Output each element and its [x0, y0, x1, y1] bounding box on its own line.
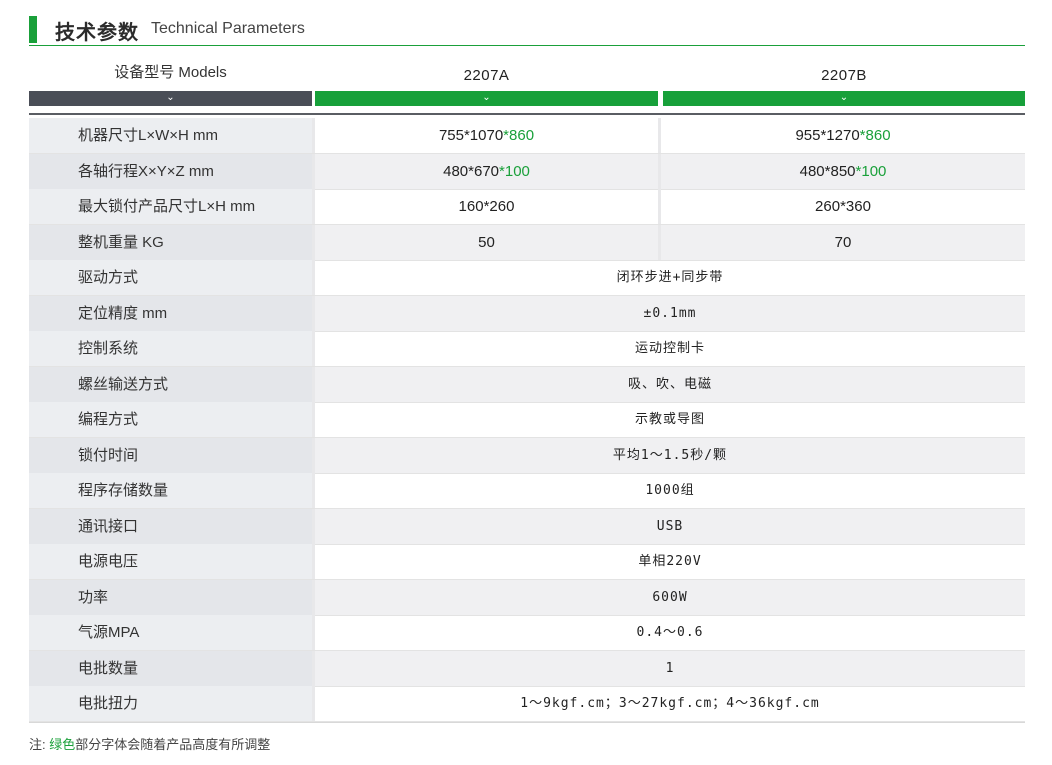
footnote-prefix: 注:: [29, 737, 50, 752]
row-label: 编程方式: [29, 402, 312, 437]
value-merged: 单相220V: [638, 554, 702, 569]
value-merged: USB: [656, 518, 684, 534]
footnote-text: 部分字体会随着产品高度有所调整: [75, 737, 271, 752]
value-main: 480*670: [443, 162, 500, 180]
value-2207b: 955*1270*860: [661, 118, 1025, 153]
row-label: 锁付时间: [29, 437, 312, 473]
table-row: 功率 600W: [29, 579, 1025, 616]
value-main: 70: [834, 233, 852, 251]
table-row: 气源MPA 0.4～0.6: [29, 615, 1025, 651]
value-merged: 平均1～1.5秒/颗: [612, 447, 728, 463]
value-merged: 1～9kgf.cm；3～27kgf.cm；4～36kgf.cm: [520, 696, 820, 711]
chevron-down-icon: ⌄: [482, 92, 491, 103]
row-label: 螺丝输送方式: [29, 366, 312, 402]
table-row: 整机重量 KG 50 70: [29, 224, 1025, 261]
value-green: *860: [503, 127, 535, 144]
table-row: 电源电压 单相220V: [29, 544, 1025, 580]
row-label: 驱动方式: [29, 260, 312, 295]
table-row: 电批数量 1: [29, 650, 1025, 687]
value-merged: 示教或导图: [634, 412, 705, 427]
chevron-down-icon: ⌄: [839, 92, 849, 103]
model-2207b-header: 2207B: [821, 67, 867, 84]
table-row: 编程方式 示教或导图: [29, 402, 1025, 438]
row-label: 最大锁付产品尺寸L×H mm: [29, 189, 312, 224]
row-label: 定位精度 mm: [29, 295, 312, 331]
row-label: 通讯接口: [29, 508, 312, 544]
title-english: Technical Parameters: [151, 20, 305, 37]
header-divider: [29, 113, 1025, 115]
row-label: 功率: [29, 579, 312, 615]
table-row: 机器尺寸L×W×H mm 755*1070*860 955*1270*860: [29, 118, 1025, 154]
value-merged: 0.4～0.6: [636, 625, 704, 640]
value-2207a: 755*1070*860: [315, 118, 658, 153]
table-row: 各轴行程X×Y×Z mm 480*670*100 480*850*100: [29, 153, 1025, 190]
value-2207a: 50: [315, 225, 658, 260]
row-label: 电批数量: [29, 650, 312, 686]
chevron-down-icon: ⌄: [166, 92, 175, 103]
title-chinese: 技术参数: [55, 22, 139, 44]
row-label: 电源电压: [29, 544, 312, 579]
value-main: 260*360: [815, 198, 871, 215]
row-label: 电批扭力: [29, 686, 312, 721]
table-row: 电批扭力 1～9kgf.cm；3～27kgf.cm；4～36kgf.cm: [29, 686, 1025, 722]
value-main: 160*260: [458, 198, 515, 215]
row-label: 机器尺寸L×W×H mm: [29, 118, 312, 153]
value-merged: 1000组: [645, 483, 695, 498]
row-label: 气源MPA: [29, 615, 312, 650]
value-green: *100: [499, 162, 530, 180]
table-row: 驱动方式 闭环步进+同步带: [29, 260, 1025, 296]
table-row: 螺丝输送方式 吸、吹、电磁: [29, 366, 1025, 403]
table-row: 通讯接口 USB: [29, 508, 1025, 545]
models-header-bar: ⌄: [29, 91, 312, 106]
row-label: 整机重量 KG: [29, 224, 312, 260]
value-2207b: 480*850*100: [661, 154, 1025, 189]
table-row: 控制系统 运动控制卡: [29, 331, 1025, 367]
value-merged: 运动控制卡: [634, 341, 705, 356]
footnote-green-word: 绿色: [49, 737, 76, 752]
model-2207a-header: 2207A: [463, 67, 510, 84]
value-merged: 闭环步进+同步带: [616, 270, 724, 285]
value-main: 480*850: [799, 162, 856, 180]
row-label: 控制系统: [29, 331, 312, 366]
value-green: *100: [855, 162, 887, 180]
value-main: 755*1070: [438, 127, 504, 144]
value-2207b: 70: [661, 225, 1025, 260]
value-merged: 吸、吹、电磁: [627, 376, 712, 392]
footnote: 注: 绿色部分字体会随着产品高度有所调整: [29, 734, 270, 753]
title-accent-bar: [29, 16, 37, 43]
row-label: 各轴行程X×Y×Z mm: [29, 153, 312, 189]
value-merged: 1: [665, 660, 675, 676]
table-row: 锁付时间 平均1～1.5秒/颗: [29, 437, 1025, 474]
value-2207b: 260*360: [661, 189, 1025, 224]
value-green: *860: [859, 127, 891, 144]
value-merged: ±0.1mm: [643, 305, 697, 321]
value-main: 955*1270: [795, 127, 860, 144]
model-2207b-bar: ⌄: [663, 91, 1025, 106]
section-title: 技术参数 Technical Parameters: [29, 12, 1025, 46]
value-main: 50: [478, 233, 495, 251]
table-bottom-line: [29, 722, 1025, 723]
table-row: 程序存储数量 1000组: [29, 473, 1025, 509]
value-2207a: 480*670*100: [315, 154, 658, 189]
row-label: 程序存储数量: [29, 473, 312, 508]
table-row: 定位精度 mm ±0.1mm: [29, 295, 1025, 332]
value-merged: 600W: [652, 589, 688, 605]
value-2207a: 160*260: [315, 189, 658, 224]
model-2207a-bar: ⌄: [315, 91, 658, 106]
models-header-label: 设备型号 Models: [114, 64, 227, 81]
table-row: 最大锁付产品尺寸L×H mm 160*260 260*360: [29, 189, 1025, 225]
